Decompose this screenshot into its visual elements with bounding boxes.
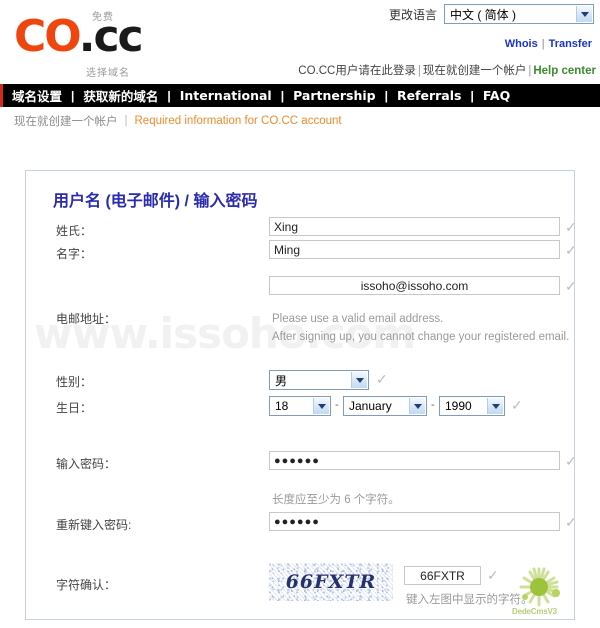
captcha-image[interactable]: 66FXTR — [269, 563, 393, 601]
gender-label: 性别： — [56, 375, 93, 389]
first-name-valid-icon: ✓ — [565, 243, 574, 257]
dedecms-logo-label: DedeCmsV3 — [510, 607, 559, 616]
main-navigation: 域名设置 | 获取新的域名 | International | Partners… — [0, 84, 600, 107]
birthday-label: 生日： — [56, 401, 93, 415]
captcha-label: 字符确认： — [56, 578, 117, 592]
chevron-down-icon[interactable] — [487, 398, 503, 414]
password-hint: 长度应至少为 6 个字符。 — [272, 494, 400, 506]
page-title: 用户名 (电子邮件) / 输入密码 — [53, 193, 258, 210]
account-links: CO.CC用户请在此登录 | 现在就创建一个帐户 | Help center — [298, 62, 596, 78]
language-label: 更改语言 — [388, 7, 437, 22]
nav-separator: | — [280, 88, 285, 103]
nav-item-international[interactable]: International — [180, 88, 272, 103]
nav-item-get-new-domain[interactable]: 获取新的域名 — [83, 86, 158, 105]
last-name-label: 姓氏： — [56, 224, 93, 238]
help-center-link[interactable]: Help center — [533, 65, 596, 77]
email-hint-line-1: Please use a valid email address. — [272, 313, 444, 325]
password-confirm-input[interactable] — [269, 512, 560, 531]
page-header: 免费 CO.cc 选择域名 更改语言 中文 ( 简体 ) Whois | Trans… — [0, 0, 600, 84]
first-name-input[interactable] — [269, 240, 560, 259]
language-select[interactable]: 中文 ( 简体 ) — [444, 4, 594, 24]
transfer-link[interactable]: Transfer — [549, 38, 592, 50]
logo-co-text: CO — [14, 11, 81, 62]
birthday-day-value: 18 — [275, 399, 289, 413]
email-input[interactable] — [269, 276, 560, 295]
site-logo[interactable]: 免费 CO.cc 选择域名 — [14, 11, 144, 79]
last-name-valid-icon: ✓ — [565, 220, 574, 234]
gender-valid-icon: ✓ — [376, 371, 388, 387]
registration-form-panel: www.issoho.com 用户名 (电子邮件) / 输入密码 姓氏： ✓ 名… — [25, 170, 575, 620]
login-link[interactable]: CO.CC用户请在此登录 — [298, 65, 416, 77]
breadcrumb: 现在就创建一个帐户 | Required information for CO.… — [0, 107, 600, 135]
top-links-separator: | — [541, 38, 545, 50]
nav-item-domain-settings[interactable]: 域名设置 — [12, 86, 62, 105]
gender-select-value: 男 — [275, 373, 288, 388]
chevron-down-icon[interactable] — [576, 6, 592, 22]
nav-separator: | — [470, 88, 474, 103]
gender-select[interactable]: 男 — [269, 370, 369, 390]
nav-separator: | — [71, 88, 75, 103]
nav-separator: | — [384, 88, 388, 103]
password-confirm-label: 重新键入密码: — [56, 518, 132, 532]
captcha-valid-icon: ✓ — [487, 567, 499, 583]
last-name-input[interactable] — [269, 217, 560, 236]
email-valid-icon: ✓ — [565, 279, 574, 293]
logo-wordmark: CO.cc — [14, 11, 144, 62]
breadcrumb-detail: Required information for CO.CC account — [134, 115, 342, 127]
top-links: Whois | Transfer — [505, 38, 592, 50]
nav-separator: | — [167, 88, 171, 103]
birthday-separator-2: - — [431, 399, 435, 411]
password-confirm-valid-icon: ✓ — [565, 515, 574, 529]
birthday-year-value: 1990 — [445, 399, 472, 413]
birthday-separator-1: - — [335, 399, 339, 411]
breadcrumb-separator: | — [124, 115, 128, 127]
account-links-bar-2: | — [528, 65, 532, 77]
chevron-down-icon[interactable] — [409, 398, 425, 414]
password-valid-icon: ✓ — [565, 454, 574, 468]
language-select-value: 中文 ( 简体 ) — [450, 7, 516, 22]
whois-link[interactable]: Whois — [505, 38, 538, 50]
dedecms-logo: DedeCmsV3 — [508, 565, 570, 617]
account-links-bar-1: | — [417, 65, 421, 77]
email-hint-line-2: After signing up, you cannot change your… — [272, 331, 570, 343]
language-selector-row: 更改语言 中文 ( 简体 ) — [389, 4, 594, 24]
email-label: 电邮地址： — [56, 312, 117, 326]
logo-tagline: 选择域名 — [86, 68, 130, 79]
birthday-valid-icon: ✓ — [511, 397, 523, 413]
nav-item-faq[interactable]: FAQ — [483, 88, 510, 103]
birthday-year-select[interactable]: 1990 — [439, 396, 505, 416]
password-input[interactable] — [269, 451, 560, 470]
breadcrumb-current[interactable]: 现在就创建一个帐户 — [14, 113, 118, 129]
birthday-month-value: January — [349, 399, 392, 413]
chevron-down-icon[interactable] — [313, 398, 329, 414]
nav-item-partnership[interactable]: Partnership — [293, 88, 376, 103]
captcha-input[interactable] — [404, 566, 481, 585]
nav-item-referrals[interactable]: Referrals — [397, 88, 462, 103]
logo-free-text: 免费 — [92, 12, 114, 23]
chevron-down-icon[interactable] — [351, 372, 367, 388]
first-name-label: 名字： — [56, 247, 93, 261]
password-label: 输入密码： — [56, 457, 117, 471]
birthday-day-select[interactable]: 18 — [269, 396, 331, 416]
captcha-image-text: 66FXTR — [285, 571, 377, 593]
create-account-link[interactable]: 现在就创建一个帐户 — [423, 65, 527, 77]
birthday-month-select[interactable]: January — [343, 396, 427, 416]
